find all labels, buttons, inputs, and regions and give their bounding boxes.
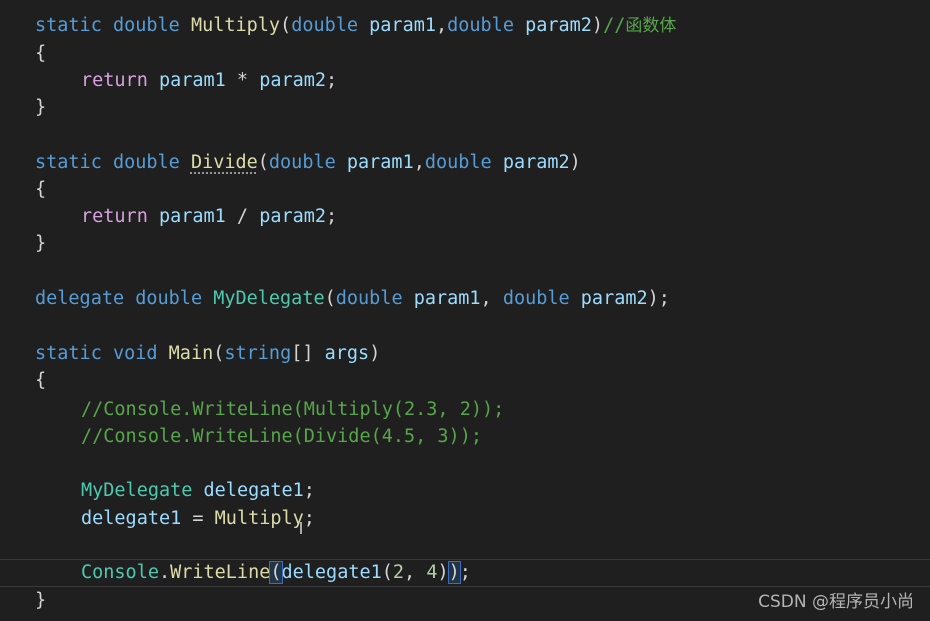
semicolon: ;	[303, 508, 315, 529]
code-line-main-signature[interactable]: static void Main(string[] args)	[35, 340, 380, 367]
keyword-static: static	[35, 15, 102, 36]
punctuation: );	[647, 288, 670, 309]
keyword-return: return	[81, 70, 148, 91]
member-access-dot: .	[158, 562, 171, 583]
punctuation: )	[569, 152, 581, 173]
method-name-divide[interactable]: Divide	[191, 152, 258, 173]
param-type: double	[268, 152, 336, 173]
code-line-divide-return[interactable]: return param1 / param2;	[35, 203, 337, 230]
code-line-delegate-variable[interactable]: MyDelegate delegate1;	[35, 477, 315, 504]
commented-code: //Console.WriteLine(Multiply(2.3, 2));	[81, 399, 505, 420]
punctuation: )	[591, 15, 604, 36]
method-name-main[interactable]: Main	[169, 343, 214, 364]
brace-close: }	[35, 590, 47, 611]
method-group-multiply: Multiply	[214, 508, 304, 529]
method-writeline: WriteLine	[170, 562, 271, 583]
text-cursor-icon	[300, 522, 302, 534]
brace-close: }	[35, 97, 47, 118]
param-type: double	[447, 15, 514, 36]
number-literal: 2	[392, 562, 405, 583]
assignment-target: delegate1	[81, 508, 182, 529]
matched-paren-close: )	[447, 561, 461, 584]
param-type: string	[224, 343, 292, 364]
code-line-delegate-assignment[interactable]: delegate1 = Multiply;	[35, 505, 315, 532]
code-line-brace-open[interactable]: {	[35, 367, 46, 394]
operand-param1: param1	[158, 206, 226, 227]
operator: /	[225, 206, 260, 227]
keyword-void: void	[112, 343, 158, 364]
keyword-double: double	[112, 152, 180, 173]
semicolon: ;	[303, 480, 315, 501]
variable-name: delegate1	[203, 480, 304, 501]
code-line-divide-signature[interactable]: static double Divide(double param1,doubl…	[35, 149, 581, 176]
assignment-operator: =	[181, 508, 215, 529]
comment-text: 函数体	[625, 16, 677, 36]
delegate-invocation: delegate1	[281, 562, 382, 583]
keyword-static: static	[35, 343, 102, 364]
matched-paren-open: (	[269, 561, 283, 584]
number-literal: 4	[426, 562, 438, 583]
keyword-return: return	[81, 206, 148, 227]
code-line-brace-open[interactable]: {	[35, 176, 46, 203]
semicolon: ;	[326, 70, 338, 91]
semicolon: ;	[459, 562, 471, 583]
param-name: param1	[369, 15, 436, 36]
punctuation: (	[213, 343, 225, 364]
code-line-brace-close[interactable]: }	[35, 230, 46, 257]
keyword-double: double	[112, 15, 180, 36]
punctuation: ,	[404, 562, 427, 583]
punctuation: )	[437, 562, 449, 583]
param-name: param1	[346, 152, 414, 173]
code-line-brace-open[interactable]: {	[35, 40, 46, 67]
punctuation: ,	[413, 152, 425, 173]
punctuation: (	[324, 288, 336, 309]
operator: *	[225, 70, 260, 91]
code-line-delegate-declaration[interactable]: delegate double MyDelegate(double param1…	[35, 285, 670, 312]
variable-type: MyDelegate	[81, 480, 193, 501]
operand-param2: param2	[259, 70, 327, 91]
array-brackets: []	[291, 343, 314, 364]
punctuation: ,	[480, 288, 503, 309]
class-console: Console	[81, 562, 159, 583]
keyword-double: double	[135, 288, 203, 309]
param-type: double	[424, 152, 492, 173]
param-name: param2	[502, 152, 570, 173]
param-type: double	[502, 288, 570, 309]
punctuation: (	[257, 152, 269, 173]
brace-open: {	[35, 43, 47, 64]
brace-close: }	[35, 233, 47, 254]
comment-slashes: //	[603, 15, 626, 36]
watermark: CSDN @程序员小尚	[758, 592, 914, 612]
param-name: param2	[525, 15, 592, 36]
operand-param1: param1	[158, 70, 226, 91]
keyword-static: static	[35, 152, 102, 173]
code-line-comment-divide[interactable]: //Console.WriteLine(Divide(4.5, 3));	[35, 423, 482, 450]
punctuation: (	[381, 562, 393, 583]
punctuation: )	[369, 343, 381, 364]
inline-comment: //函数体	[603, 15, 676, 36]
code-line-brace-close[interactable]: }	[35, 587, 46, 614]
method-name-multiply[interactable]: Multiply	[191, 15, 280, 36]
delegate-type-name[interactable]: MyDelegate	[213, 288, 324, 309]
code-line-comment-multiply[interactable]: //Console.WriteLine(Multiply(2.3, 2));	[35, 396, 504, 423]
keyword-delegate: delegate	[35, 288, 125, 309]
punctuation: ,	[435, 15, 448, 36]
brace-open: {	[35, 370, 47, 391]
code-line-multiply-return[interactable]: return param1 * param2;	[35, 67, 337, 94]
param-type: double	[291, 15, 359, 36]
param-type: double	[335, 288, 403, 309]
code-line-brace-close[interactable]: }	[35, 94, 46, 121]
semicolon: ;	[326, 206, 338, 227]
param-name: param2	[580, 288, 648, 309]
param-name: args	[324, 343, 370, 364]
commented-code: //Console.WriteLine(Divide(4.5, 3));	[81, 426, 482, 447]
code-editor[interactable]: static double Multiply(double param1,dou…	[0, 0, 930, 621]
punctuation: (	[280, 15, 292, 36]
code-line-multiply-signature[interactable]: static double Multiply(double param1,dou…	[35, 12, 676, 39]
param-name: param1	[413, 288, 481, 309]
code-line-console-writeline[interactable]: Console.WriteLine(delegate1(2, 4));	[35, 559, 471, 586]
brace-open: {	[35, 179, 47, 200]
operand-param2: param2	[259, 206, 327, 227]
